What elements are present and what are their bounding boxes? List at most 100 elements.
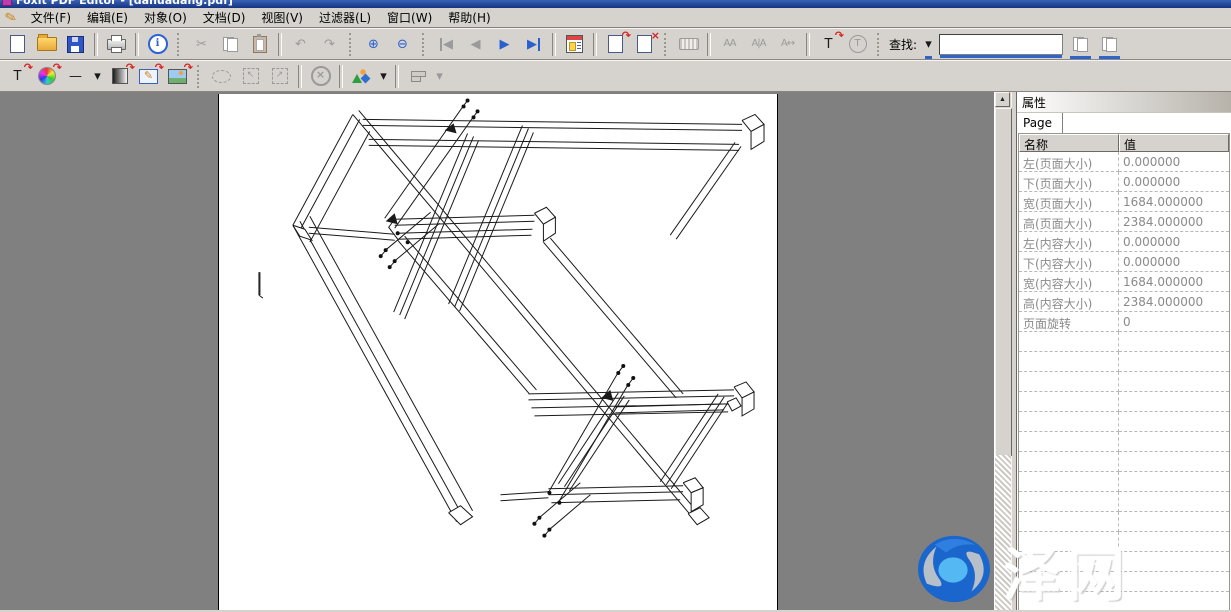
paste-button[interactable] bbox=[246, 31, 273, 57]
overlay-arrow-icon: ↷ bbox=[622, 30, 631, 41]
align-button[interactable] bbox=[404, 63, 431, 89]
property-row[interactable] bbox=[1019, 532, 1229, 552]
redo-button[interactable]: ↷ bbox=[316, 31, 343, 57]
tab-page[interactable]: Page bbox=[1017, 113, 1063, 133]
info-button[interactable]: i bbox=[144, 31, 171, 57]
document-canvas[interactable] bbox=[0, 92, 994, 610]
prev-page-button[interactable]: ◀ bbox=[462, 31, 489, 57]
circled-text-button[interactable]: T bbox=[844, 31, 871, 57]
property-row[interactable]: 下(页面大小)0.000000 bbox=[1019, 172, 1229, 192]
property-row[interactable] bbox=[1019, 412, 1229, 432]
shapes-button[interactable] bbox=[348, 63, 375, 89]
menu-document[interactable]: 文档(D) bbox=[195, 10, 254, 26]
last-page-button[interactable]: ▶ bbox=[520, 31, 547, 57]
property-row[interactable]: 左(页面大小)0.000000 bbox=[1019, 152, 1229, 172]
color-button[interactable]: ↷ bbox=[33, 63, 60, 89]
cut-button[interactable]: ✂ bbox=[188, 31, 215, 57]
bring-forward-button[interactable]: ↗ bbox=[266, 63, 293, 89]
page-drawing bbox=[219, 94, 777, 610]
overlay-arrow-icon: ↷ bbox=[835, 30, 844, 41]
edit-image-button[interactable]: ✎↷ bbox=[135, 63, 162, 89]
next-page-button[interactable]: ▶ bbox=[491, 31, 518, 57]
property-row[interactable] bbox=[1019, 372, 1229, 392]
undo-button[interactable]: ↶ bbox=[287, 31, 314, 57]
property-value: 2384.000000 bbox=[1119, 212, 1229, 232]
property-row[interactable] bbox=[1019, 472, 1229, 492]
property-row[interactable]: 页面旋转0 bbox=[1019, 312, 1229, 332]
align-dropdown[interactable]: ▾ bbox=[433, 63, 446, 89]
property-row[interactable] bbox=[1019, 392, 1229, 412]
property-row[interactable]: 左(内容大小)0.000000 bbox=[1019, 232, 1229, 252]
delete-object-button[interactable]: × bbox=[307, 63, 334, 89]
glyph-icon: ✂ bbox=[196, 38, 207, 51]
column-header-name[interactable]: 名称 bbox=[1019, 134, 1119, 152]
column-header-value[interactable]: 值 bbox=[1119, 134, 1229, 152]
send-backward-button[interactable]: ↖ bbox=[237, 63, 264, 89]
print-button[interactable] bbox=[103, 31, 130, 57]
shading-button[interactable]: ↷ bbox=[106, 63, 133, 89]
text-spacing-button[interactable]: A↔ bbox=[774, 31, 801, 57]
page-layout-button[interactable] bbox=[561, 31, 588, 57]
rotate-page-button[interactable]: ↷ bbox=[602, 31, 629, 57]
property-row[interactable] bbox=[1019, 512, 1229, 532]
new-button[interactable] bbox=[4, 31, 31, 57]
find-input[interactable] bbox=[939, 34, 1063, 55]
delete-page-button[interactable]: × bbox=[631, 31, 658, 57]
scroll-up-button[interactable]: ▲ bbox=[995, 92, 1010, 107]
layout-icon bbox=[566, 35, 583, 53]
menu-object[interactable]: 对象(O) bbox=[136, 10, 195, 26]
menu-help[interactable]: 帮助(H) bbox=[440, 10, 498, 26]
save-button[interactable] bbox=[62, 31, 89, 57]
replace-font-button[interactable]: AA bbox=[716, 31, 743, 57]
property-row[interactable] bbox=[1019, 572, 1229, 592]
pdf-page[interactable] bbox=[218, 94, 778, 610]
line-style-dropdown[interactable]: ▾ bbox=[91, 63, 104, 89]
first-page-button[interactable]: ◀ bbox=[433, 31, 460, 57]
find-next-button[interactable] bbox=[1096, 31, 1123, 57]
add-text-button[interactable]: T↷ bbox=[4, 63, 31, 89]
select-object-button[interactable] bbox=[208, 63, 235, 89]
keyboard-button[interactable] bbox=[675, 31, 702, 57]
menu-edit[interactable]: 编辑(E) bbox=[79, 10, 136, 26]
pages-icon bbox=[1073, 37, 1088, 52]
toolbar-separator bbox=[135, 33, 139, 56]
add-image-button[interactable]: ↷ bbox=[164, 63, 191, 89]
properties-panel: 属性 Page 名称 值 左(页面大小)0.000000下(页面大小)0.000… bbox=[1017, 92, 1231, 610]
insert-text-button[interactable]: T↷ bbox=[815, 31, 842, 57]
overlay-arrow-icon: ↷ bbox=[184, 62, 193, 73]
property-name bbox=[1019, 412, 1119, 432]
property-row[interactable] bbox=[1019, 352, 1229, 372]
property-row[interactable] bbox=[1019, 332, 1229, 352]
menu-window[interactable]: 窗口(W) bbox=[379, 10, 440, 26]
property-row[interactable] bbox=[1019, 492, 1229, 512]
property-name bbox=[1019, 572, 1119, 592]
copy-button[interactable] bbox=[217, 31, 244, 57]
find-prev-button[interactable] bbox=[1067, 31, 1094, 57]
property-row[interactable]: 宽(页面大小)1684.000000 bbox=[1019, 192, 1229, 212]
property-row[interactable]: 下(内容大小)0.000000 bbox=[1019, 252, 1229, 272]
property-value bbox=[1119, 332, 1229, 352]
menu-filter[interactable]: 过滤器(L) bbox=[311, 10, 379, 26]
glyph-icon: — bbox=[69, 70, 82, 83]
menu-file[interactable]: 文件(F) bbox=[23, 10, 79, 26]
zoom-out-button[interactable]: ⊖ bbox=[389, 31, 416, 57]
fit-text-button[interactable]: A|A bbox=[745, 31, 772, 57]
open-button[interactable] bbox=[33, 31, 60, 57]
property-row[interactable] bbox=[1019, 552, 1229, 572]
property-row[interactable] bbox=[1019, 452, 1229, 472]
line-style-button[interactable]: — bbox=[62, 63, 89, 89]
property-row[interactable]: 宽(内容大小)1684.000000 bbox=[1019, 272, 1229, 292]
shapes-dropdown[interactable]: ▾ bbox=[377, 63, 390, 89]
clipboard-icon bbox=[253, 36, 267, 53]
find-dropdown[interactable]: ▾ bbox=[922, 31, 935, 57]
menu-view[interactable]: 视图(V) bbox=[253, 10, 311, 26]
scrollbar-track[interactable] bbox=[995, 455, 1011, 610]
property-value bbox=[1119, 352, 1229, 372]
scrollbar-thumb[interactable] bbox=[995, 108, 1012, 456]
property-row[interactable]: 高(页面大小)2384.000000 bbox=[1019, 212, 1229, 232]
property-row[interactable]: 高(内容大小)2384.000000 bbox=[1019, 292, 1229, 312]
property-value: 0.000000 bbox=[1119, 152, 1229, 172]
property-row[interactable] bbox=[1019, 432, 1229, 452]
vertical-scrollbar[interactable]: ▲ bbox=[994, 92, 1011, 610]
zoom-in-button[interactable]: ⊕ bbox=[360, 31, 387, 57]
